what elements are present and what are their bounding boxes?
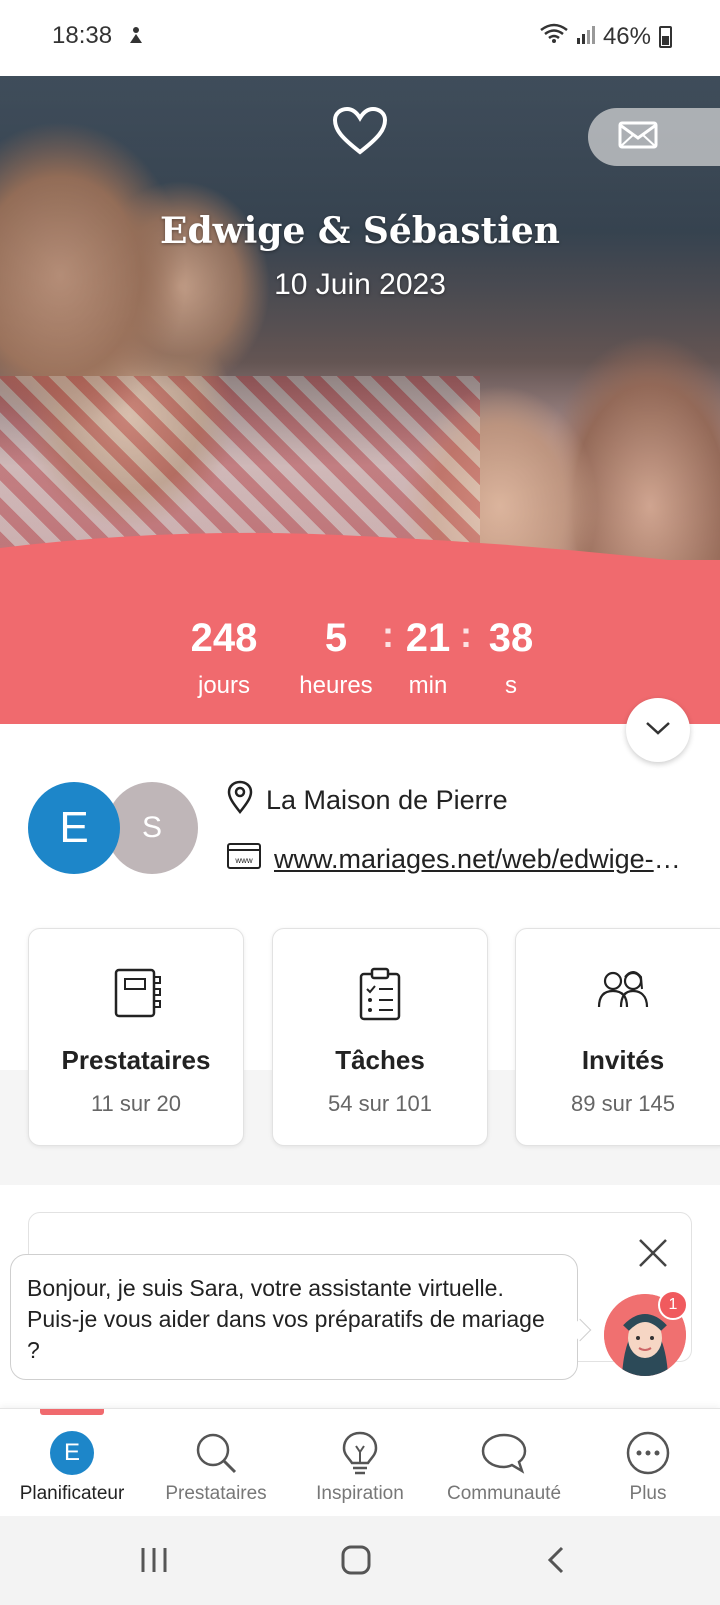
avatar-partner-1[interactable]: E: [28, 782, 120, 874]
assistant-message[interactable]: Bonjour, je suis Sara, votre assistante …: [10, 1254, 578, 1380]
mail-button[interactable]: [588, 108, 720, 166]
recent-apps-button[interactable]: [124, 1538, 184, 1582]
svg-text:www: www: [234, 856, 253, 865]
website-icon: www: [226, 842, 262, 877]
nav-planificateur[interactable]: E Planificateur: [0, 1429, 144, 1505]
guests-icon: [516, 967, 720, 1023]
mail-icon: [618, 121, 658, 154]
status-bar: 18:38 46%: [0, 0, 720, 76]
nav-label: Inspiration: [316, 1483, 404, 1504]
wedding-date: 10 Juin 2023: [274, 268, 446, 301]
notebook-icon: [29, 967, 243, 1023]
search-icon: [192, 1429, 240, 1477]
venue-name: La Maison de Pierre: [266, 785, 508, 815]
countdown-days-label: jours: [197, 672, 251, 699]
wifi-icon: [539, 22, 569, 51]
planner-avatar-icon: E: [50, 1431, 94, 1475]
card-prestataires[interactable]: Prestataires 11 sur 20: [28, 928, 244, 1146]
countdown-days: 248: [190, 616, 258, 660]
card-title: Invités: [581, 1045, 665, 1075]
expand-button[interactable]: [626, 698, 690, 762]
active-tab-indicator: [40, 1409, 104, 1415]
chevron-down-icon: [645, 720, 671, 741]
nav-prestataires[interactable]: Prestataires: [144, 1429, 288, 1505]
battery-level: 46%: [602, 22, 651, 50]
nav-inspiration[interactable]: Inspiration: [288, 1429, 432, 1505]
home-button[interactable]: [326, 1538, 386, 1582]
chat-bubble-icon: [480, 1429, 528, 1477]
notification-icon: [126, 25, 146, 50]
countdown-seconds: 38: [488, 616, 534, 660]
status-time: 18:38: [52, 22, 113, 49]
bottom-nav: E Planificateur Prestataires Inspiration…: [0, 1408, 720, 1516]
hero-photo: Edwige & Sébastien 10 Juin 2023: [0, 76, 720, 596]
nav-label: Prestataires: [165, 1483, 267, 1504]
countdown-separator: :: [382, 614, 394, 655]
countdown-banner: 248 jours 5 heures : 21 min : 38 s: [0, 532, 720, 724]
notification-badge: 1: [658, 1290, 688, 1320]
card-subtitle: 89 sur 145: [571, 1091, 675, 1116]
close-icon[interactable]: [637, 1237, 669, 1269]
lightbulb-icon: [336, 1429, 384, 1477]
nav-label: Planificateur: [19, 1483, 125, 1504]
countdown-seconds-label: s: [505, 672, 517, 699]
card-subtitle: 54 sur 101: [328, 1091, 432, 1116]
card-taches[interactable]: Tâches 54 sur 101: [272, 928, 488, 1146]
battery-icon: [659, 25, 672, 48]
website-row[interactable]: www www.mariages.net/web/edwige-et-sebas…: [226, 842, 694, 877]
status-indicators: 46%: [539, 22, 672, 51]
system-nav-bar: [0, 1516, 720, 1605]
back-button[interactable]: [526, 1538, 586, 1582]
countdown-hours-label: heures: [299, 672, 373, 699]
nav-communaute[interactable]: Communauté: [432, 1429, 576, 1505]
checklist-icon: [273, 967, 487, 1023]
couple-names: Edwige & Sébastien: [160, 210, 560, 252]
location-pin-icon: [226, 780, 254, 821]
website-link[interactable]: www.mariages.net/web/edwige-et-sebastien: [274, 844, 694, 875]
card-title: Tâches: [335, 1045, 425, 1075]
countdown-minutes: 21: [405, 616, 451, 660]
card-subtitle: 11 sur 20: [90, 1091, 182, 1116]
countdown-hours: 5: [324, 616, 348, 660]
heart-icon[interactable]: [332, 106, 388, 156]
nav-plus[interactable]: Plus: [576, 1429, 720, 1505]
countdown-wave: [0, 532, 720, 570]
venue-row[interactable]: La Maison de Pierre: [226, 780, 508, 821]
nav-label: Plus: [629, 1483, 667, 1504]
more-icon: [624, 1429, 672, 1477]
countdown-separator: :: [460, 614, 472, 655]
nav-label: Communauté: [446, 1483, 562, 1504]
countdown-minutes-label: min: [408, 672, 448, 699]
signal-icon: [576, 23, 595, 51]
card-invites[interactable]: Invités 89 sur 145: [515, 928, 720, 1146]
card-title: Prestataires: [61, 1045, 211, 1075]
